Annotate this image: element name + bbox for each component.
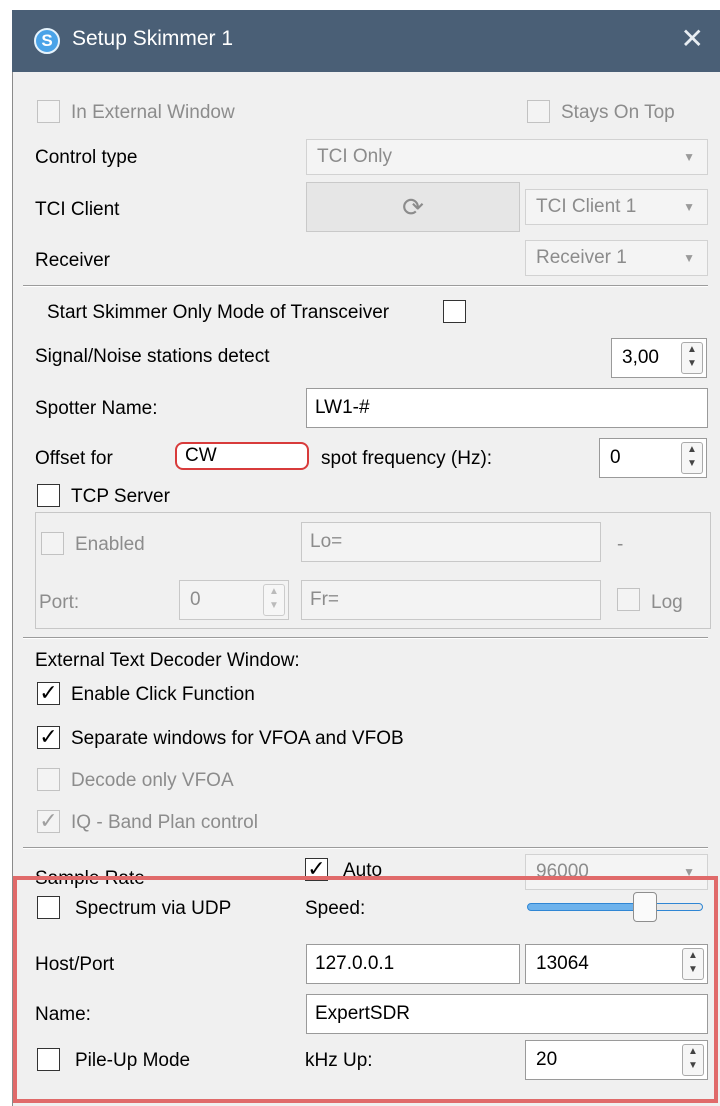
tci-client-select[interactable]: TCI Client 1 ▼ <box>525 189 708 225</box>
separator <box>23 637 708 639</box>
log-checkbox[interactable] <box>617 588 640 611</box>
offset-value: 0 <box>610 447 621 468</box>
iq-band-plan-checkbox[interactable]: ✓ <box>37 810 60 833</box>
spectrum-udp-checkbox[interactable] <box>37 896 60 919</box>
separate-windows-label: Separate windows for VFOA and VFOB <box>71 728 404 749</box>
port-udp-value: 13064 <box>536 953 589 974</box>
receiver-value: Receiver 1 <box>536 247 627 268</box>
window-title: Setup Skimmer 1 <box>72 27 234 50</box>
spotter-name-label: Spotter Name: <box>35 398 158 419</box>
checkmark-icon: ✓ <box>39 808 58 833</box>
receiver-select[interactable]: Receiver 1 ▼ <box>525 240 708 276</box>
spin-arrows-icon[interactable]: ▲ ▼ <box>681 342 703 374</box>
enable-click-label: Enable Click Function <box>71 684 255 705</box>
control-type-label: Control type <box>35 147 138 168</box>
in-external-window-checkbox[interactable] <box>37 100 60 123</box>
refresh-icon: ⟳ <box>402 192 424 222</box>
spotter-name-input[interactable]: LW1-# <box>306 388 708 428</box>
pileup-label: Pile-Up Mode <box>75 1050 191 1071</box>
control-type-select[interactable]: TCI Only ▼ <box>306 139 708 175</box>
tcp-server-checkbox[interactable] <box>37 484 60 507</box>
tcp-enabled-label: Enabled <box>75 534 145 555</box>
decode-only-vfoa-checkbox[interactable] <box>37 768 60 791</box>
speed-slider-handle[interactable] <box>633 892 658 922</box>
name-label: Name: <box>35 1004 91 1025</box>
fr-input[interactable]: Fr= <box>301 580 601 620</box>
speed-label: Speed: <box>305 898 366 919</box>
port-value: 0 <box>190 589 201 610</box>
tci-client-label: TCI Client <box>35 199 120 220</box>
spectrum-udp-label: Spectrum via UDP <box>75 898 232 919</box>
close-icon[interactable]: ✕ <box>681 22 704 55</box>
snr-detect-label: Signal/Noise stations detect <box>35 346 270 367</box>
tcp-server-label: TCP Server <box>71 486 170 507</box>
offset-label: Offset for <box>35 448 113 469</box>
decode-only-vfoa-label: Decode only VFOA <box>71 770 234 791</box>
dropdown-arrow-icon: ▼ <box>683 200 695 214</box>
host-port-label: Host/Port <box>35 954 115 975</box>
khz-up-spinbox[interactable]: 20 ▲ ▼ <box>525 1040 708 1080</box>
tci-refresh-button[interactable]: ⟳ <box>306 182 520 232</box>
checkmark-icon: ✓ <box>39 680 58 705</box>
spin-arrows-icon[interactable]: ▲ ▼ <box>682 948 704 980</box>
iq-band-plan-label: IQ - Band Plan control <box>71 812 258 833</box>
separate-windows-checkbox[interactable]: ✓ <box>37 726 60 749</box>
snr-detect-spinbox[interactable]: 3,00 ▲ ▼ <box>611 338 707 378</box>
pileup-checkbox[interactable] <box>37 1048 60 1071</box>
skimmer-only-mode-label: Start Skimmer Only Mode of Transceiver <box>47 302 390 323</box>
tcp-enabled-checkbox[interactable] <box>41 532 64 555</box>
in-external-window-label: In External Window <box>71 102 235 123</box>
spin-arrows-icon[interactable]: ▲ ▼ <box>263 584 285 616</box>
spin-arrows-icon[interactable]: ▲ ▼ <box>681 442 703 474</box>
stays-on-top-label: Stays On Top <box>561 102 675 123</box>
decoder-heading: External Text Decoder Window: <box>35 650 300 671</box>
control-type-value: TCI Only <box>317 146 392 167</box>
dash-label: - <box>617 534 624 555</box>
speed-slider[interactable] <box>527 903 703 911</box>
khz-up-label: kHz Up: <box>305 1050 373 1071</box>
snr-detect-value: 3,00 <box>622 347 659 368</box>
skimmer-only-mode-checkbox[interactable] <box>443 300 466 323</box>
title-bar: S Setup Skimmer 1 ✕ <box>12 10 720 72</box>
spin-arrows-icon[interactable]: ▲ ▼ <box>682 1044 704 1076</box>
port-udp-spinbox[interactable]: 13064 ▲ ▼ <box>525 944 708 984</box>
app-logo-icon: S <box>34 28 60 54</box>
separator <box>23 847 708 849</box>
tci-client-value: TCI Client 1 <box>536 196 637 217</box>
offset-mode-select[interactable]: CW <box>175 442 309 470</box>
offset-spinbox[interactable]: 0 ▲ ▼ <box>599 438 707 478</box>
offset-suffix-label: spot frequency (Hz): <box>321 448 493 469</box>
name-input[interactable]: ExpertSDR <box>306 994 708 1034</box>
enable-click-checkbox[interactable]: ✓ <box>37 682 60 705</box>
setup-dialog-body: In External Window Stays On Top Control … <box>12 72 720 1106</box>
host-input[interactable]: 127.0.0.1 <box>306 944 520 984</box>
dropdown-arrow-icon: ▼ <box>683 251 695 265</box>
receiver-label: Receiver <box>35 250 110 271</box>
port-label: Port: <box>39 592 80 613</box>
khz-up-value: 20 <box>536 1049 558 1070</box>
lo-input[interactable]: Lo= <box>301 522 601 562</box>
dropdown-arrow-icon: ▼ <box>683 150 695 164</box>
stays-on-top-checkbox[interactable] <box>527 100 550 123</box>
log-label: Log <box>651 592 683 613</box>
separator <box>23 285 708 287</box>
port-spinbox[interactable]: 0 ▲ ▼ <box>179 580 289 620</box>
checkmark-icon: ✓ <box>39 724 58 749</box>
